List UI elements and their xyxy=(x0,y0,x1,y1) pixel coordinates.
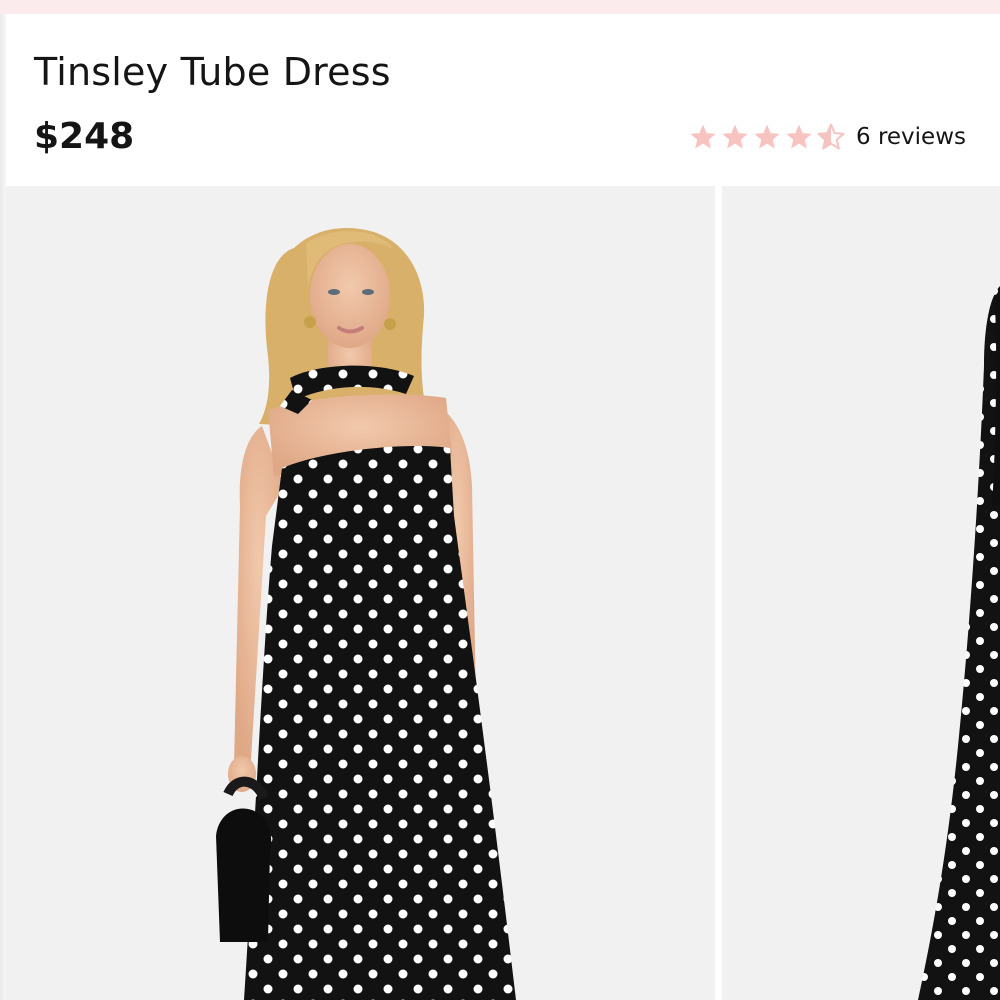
top-announcement-strip xyxy=(0,0,1000,14)
star-full-icon xyxy=(690,124,716,149)
product-rating[interactable]: 6 reviews xyxy=(688,122,966,152)
star-full-icon xyxy=(722,124,748,149)
star-full-icon xyxy=(754,124,780,149)
product-image-gallery[interactable] xyxy=(6,186,1000,1000)
product-price: $248 xyxy=(34,116,135,157)
reviews-link[interactable]: 6 reviews xyxy=(856,124,966,150)
product-header: Tinsley Tube Dress $248 6 reviews xyxy=(6,14,1000,186)
product-title: Tinsley Tube Dress xyxy=(34,50,391,94)
rating-stars xyxy=(688,122,846,152)
star-full-icon xyxy=(786,124,812,149)
model-front-image xyxy=(216,228,516,1000)
star-half-icon xyxy=(817,123,845,150)
gallery-image-front[interactable] xyxy=(6,186,715,1000)
gallery-image-back[interactable] xyxy=(722,186,1000,1000)
model-back-image xyxy=(918,286,1000,1000)
